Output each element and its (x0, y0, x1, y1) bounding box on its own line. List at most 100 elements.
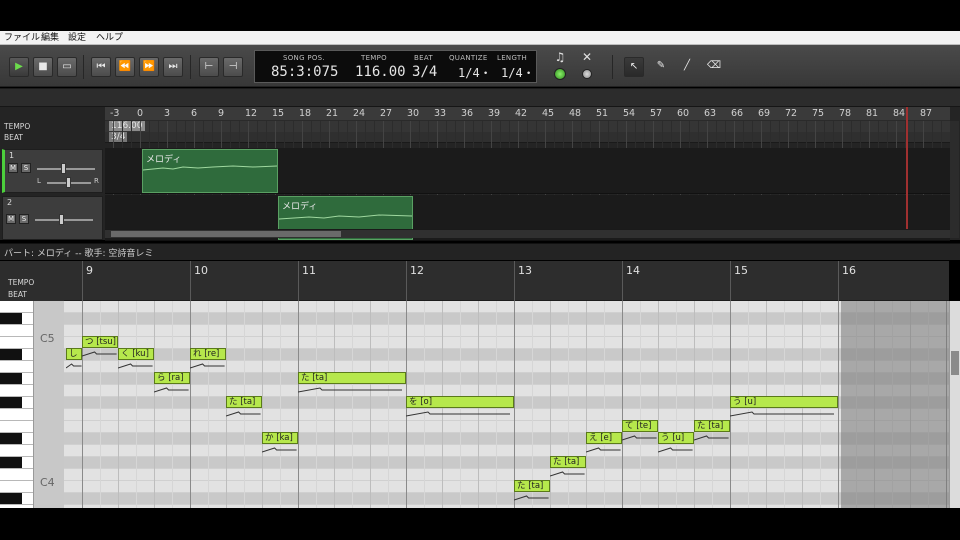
metronome-icon[interactable]: ♫ (553, 50, 567, 64)
ruler-tick-label: 15 (272, 108, 285, 119)
length-value[interactable]: 1/4・ (501, 64, 535, 81)
volume-slider-thumb[interactable] (59, 214, 64, 225)
arrangement-ruler[interactable]: -3 0 3 6 9 12 15 18 21 24 27 30 33 36 39 42 45 48 51 54 57 60… (105, 107, 950, 121)
ruler-tick-label: 18 (299, 108, 312, 119)
piano-roll-grid[interactable]: しつ [tsu] く [ku] ら [ra] れ [re] た [ta] か [ka] た … (64, 301, 949, 508)
beat-marker[interactable]: 3/4 (109, 132, 128, 142)
eraser-tool-button[interactable]: ⌫ (704, 57, 724, 77)
note[interactable]: う [u] (658, 432, 694, 444)
ruler-tick-label: 21 (326, 108, 339, 119)
note[interactable]: ら [ra] (154, 372, 190, 384)
grid-line (154, 301, 155, 508)
track-header-2[interactable]: 2 M S (2, 196, 103, 240)
rewind-button[interactable]: ⏪ (115, 57, 135, 77)
quantize-value[interactable]: 1/4・ (458, 64, 492, 81)
menu-edit[interactable]: 編集 (41, 32, 59, 44)
octave-label: C5 (40, 332, 55, 345)
grid-line (838, 301, 839, 508)
marker-in-icon: ⊢ (204, 61, 214, 72)
song-pos-value[interactable]: 85:3:075 (271, 64, 338, 80)
note[interactable]: た [ta] (226, 396, 262, 408)
bar-number: 16 (842, 264, 856, 277)
app-window: ファイル 編集 設定 ヘルプ ▶ ■ ▭ ⏮ ⏪ ⏩ ⏭ ⊢ ⊣ ♫ ✕ ↖ ✎… (0, 0, 960, 540)
goto-start-button[interactable]: ⏮ (91, 57, 111, 77)
bar-number: 10 (194, 264, 208, 277)
part-clip[interactable]: メロディ (142, 149, 278, 193)
volume-slider[interactable] (35, 219, 93, 221)
tempo-value[interactable]: 116.00 (355, 64, 406, 80)
play-button[interactable]: ▶ (9, 57, 29, 77)
piano-roll-vscrollbar[interactable] (949, 301, 960, 508)
bar-line (298, 261, 299, 301)
volume-slider[interactable] (37, 168, 95, 170)
mute-button[interactable]: M (6, 214, 16, 224)
pan-slider-thumb[interactable] (66, 177, 71, 188)
tools-lamp[interactable] (582, 69, 592, 79)
note[interactable]: た [ta] (298, 372, 406, 384)
scrollbar-thumb[interactable] (951, 351, 959, 375)
mute-button[interactable]: M (8, 163, 18, 173)
note[interactable]: た [ta] (514, 480, 550, 492)
fast-forward-button[interactable]: ⏩ (139, 57, 159, 77)
volume-slider-thumb[interactable] (61, 163, 66, 174)
ruler-tick-label: 3 (164, 108, 171, 119)
grid-line (640, 301, 641, 508)
bar-number: 9 (86, 264, 93, 277)
solo-button[interactable]: S (19, 214, 29, 224)
loop-button[interactable]: ▭ (57, 57, 77, 77)
solo-button[interactable]: S (21, 163, 31, 173)
ruler-tick-label: 33 (434, 108, 447, 119)
scrollbar-thumb[interactable] (111, 231, 341, 237)
pitch-row (64, 481, 949, 493)
note[interactable]: た [ta] (694, 420, 730, 432)
pitch-row (64, 313, 949, 325)
note[interactable]: う [u] (730, 396, 838, 408)
grid-line (658, 301, 659, 508)
pitch-row (64, 433, 949, 445)
pencil-tool-button[interactable]: ✎ (651, 57, 671, 77)
key-divider (0, 420, 33, 421)
note[interactable]: く [ku] (118, 348, 154, 360)
menu-file[interactable]: ファイル (4, 32, 40, 44)
arrangement-vscrollbar[interactable] (950, 121, 959, 238)
key-divider (0, 336, 33, 337)
note[interactable]: た [ta] (550, 456, 586, 468)
bar-line (82, 261, 83, 301)
toolbar-separator (190, 55, 191, 79)
tools-icon[interactable]: ✕ (580, 50, 594, 64)
note[interactable]: か [ka] (262, 432, 298, 444)
line-tool-button[interactable]: ╱ (677, 57, 697, 77)
note[interactable]: え [e] (586, 432, 622, 444)
note[interactable]: し (66, 348, 82, 360)
playhead[interactable] (906, 107, 908, 229)
bar-number: 15 (734, 264, 748, 277)
note[interactable]: て [te] (622, 420, 658, 432)
ruler-tick-label: -3 (110, 108, 120, 119)
menu-settings[interactable]: 設定 (68, 32, 86, 44)
piano-keyboard[interactable] (0, 301, 33, 508)
part-singer-label: パート: メロディ -- 歌手: 空詩音レミ (4, 249, 154, 259)
grid-line (172, 301, 173, 508)
grid-line (316, 301, 317, 508)
ruler-tick-label: 45 (542, 108, 555, 119)
grid-line (280, 301, 281, 508)
note[interactable]: れ [re] (190, 348, 226, 360)
beat-value[interactable]: 3/4 (412, 64, 437, 80)
bar-line (730, 261, 731, 301)
goto-end-button[interactable]: ⏭ (163, 57, 183, 77)
select-tool-button[interactable]: ↖ (624, 57, 644, 77)
note[interactable]: つ [tsu] (82, 336, 118, 348)
marker-in-button[interactable]: ⊢ (199, 57, 219, 77)
arrangement-hscrollbar[interactable] (105, 229, 950, 238)
menu-help[interactable]: ヘルプ (96, 32, 123, 44)
track-header-1[interactable]: 1 M S L R (2, 149, 103, 193)
tempo-row-label: TEMPO (8, 278, 35, 287)
skip-forward-icon: ⏭ (168, 61, 178, 72)
marker-out-button[interactable]: ⊣ (223, 57, 243, 77)
pitch-curve (514, 495, 549, 501)
note[interactable]: を [o] (406, 396, 514, 408)
metronome-lamp[interactable] (554, 68, 566, 80)
track-lane-1[interactable]: メロディ (105, 148, 950, 194)
piano-roll-ruler[interactable]: 9 10 11 12 13 14 15 16 (64, 261, 949, 301)
stop-button[interactable]: ■ (33, 57, 53, 77)
